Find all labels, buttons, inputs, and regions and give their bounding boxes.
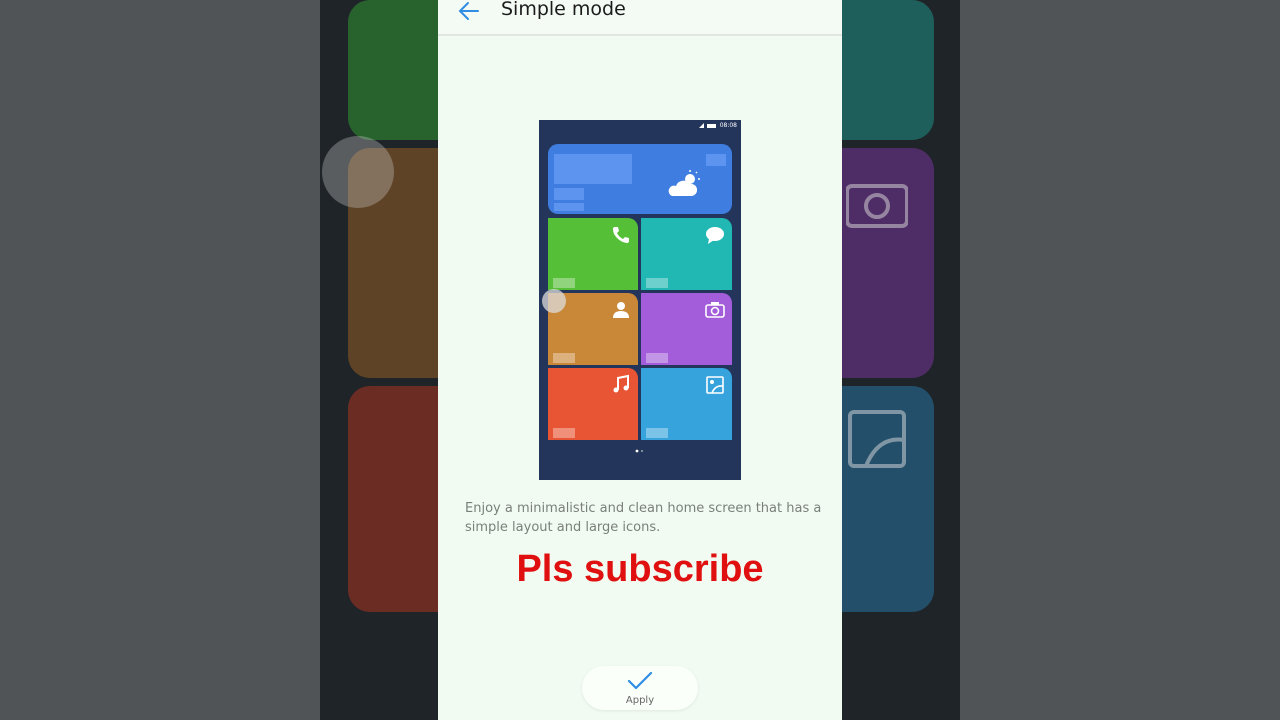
tile-label-placeholder [646, 278, 668, 288]
tile-label-placeholder [553, 278, 575, 288]
check-icon [627, 671, 653, 690]
touch-indicator [542, 289, 566, 313]
simple-mode-preview: 08:08 [539, 120, 741, 480]
blurred-gallery-icon [848, 410, 906, 468]
blurred-home-right [842, 0, 960, 720]
person-icon [613, 302, 629, 318]
tile-label-placeholder [646, 353, 668, 363]
music-tile[interactable] [548, 368, 638, 440]
blurred-tile [348, 386, 438, 612]
weather-text-placeholder [554, 154, 632, 184]
weather-tile[interactable] [548, 144, 732, 214]
page-title: Simple mode [501, 0, 626, 20]
camera-icon [705, 302, 725, 318]
mode-description: Enjoy a minimalistic and clean home scre… [465, 501, 822, 535]
status-icons [699, 123, 716, 128]
phone-tile[interactable] [548, 218, 638, 290]
simple-mode-screen: Simple mode 08:08 Enjoy a minimalistic a… [438, 0, 842, 720]
page-indicator-dots [635, 449, 643, 453]
tile-label-placeholder [553, 353, 575, 363]
messages-tile[interactable] [641, 218, 732, 290]
top-bar: Simple mode [438, 0, 842, 36]
background-left-shade [0, 0, 320, 720]
weather-text-placeholder [554, 188, 584, 200]
tile-label-placeholder [553, 428, 575, 438]
background-right-shade [960, 0, 1280, 720]
message-bubble-icon [706, 227, 724, 244]
weather-cloud-icon [668, 170, 700, 196]
gallery-tile[interactable] [641, 368, 732, 440]
arrow-left-icon[interactable] [456, 0, 482, 24]
gallery-icon [706, 376, 724, 394]
blurred-camera-icon [846, 184, 908, 228]
phone-icon [613, 227, 629, 243]
apply-button[interactable]: Apply [582, 666, 698, 710]
background-left [0, 0, 438, 720]
apply-label: Apply [625, 695, 655, 706]
blurred-home-left [320, 0, 438, 720]
tile-label-placeholder [646, 428, 668, 438]
background-right [842, 0, 1280, 720]
blurred-tile [348, 0, 438, 140]
blurred-tile [842, 0, 934, 140]
camera-tile[interactable] [641, 293, 732, 365]
blurred-touch-indicator [322, 136, 394, 208]
subscribe-overlay-text: Pls subscribe [516, 548, 764, 590]
status-time: 08:08 [719, 122, 737, 129]
music-note-icon [613, 374, 629, 393]
weather-text-placeholder [554, 203, 584, 211]
weather-text-placeholder [706, 154, 726, 166]
